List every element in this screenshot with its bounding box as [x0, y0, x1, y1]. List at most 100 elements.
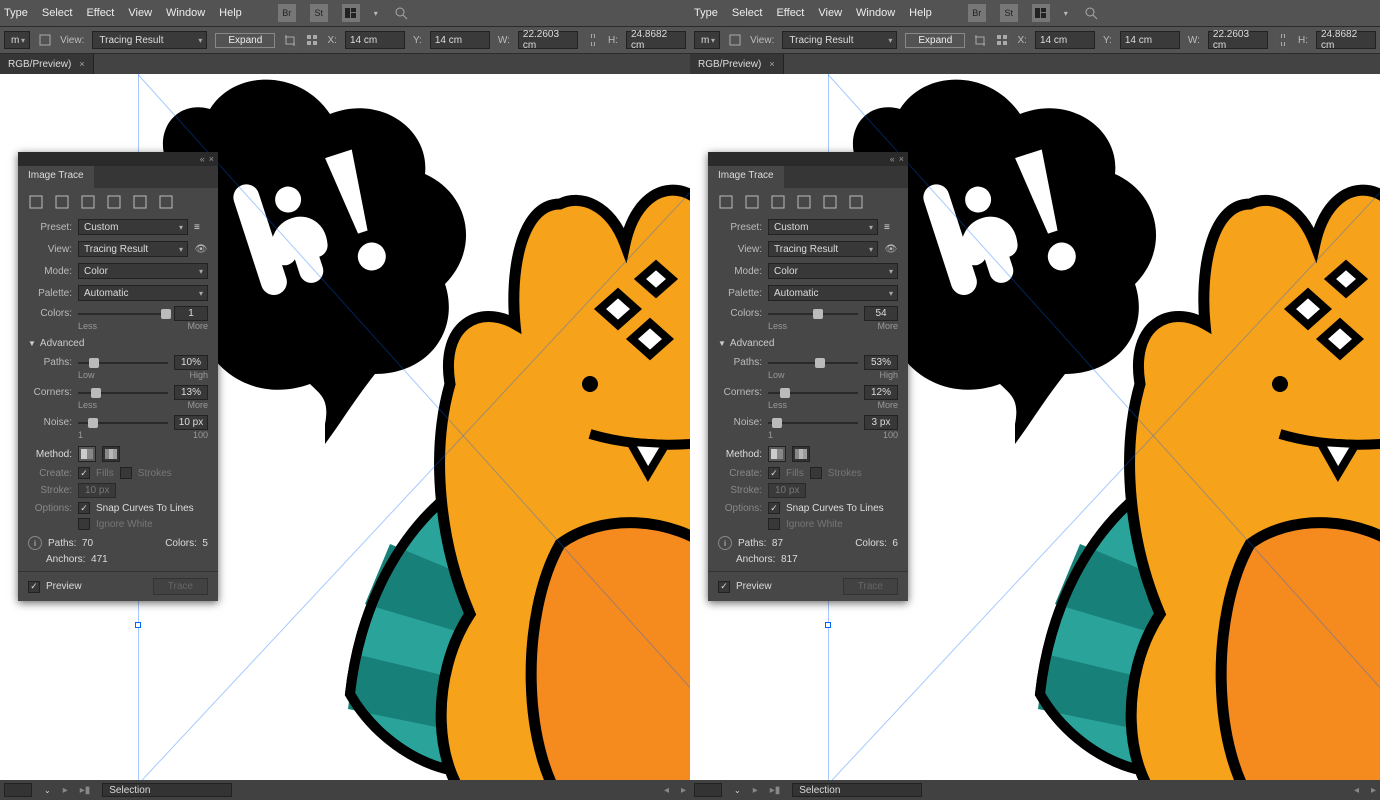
app-badge[interactable]: St	[1000, 4, 1018, 22]
colors-slider[interactable]	[78, 308, 168, 320]
w-field[interactable]: 22.2603 cm	[1208, 31, 1268, 49]
preset-gray-icon[interactable]	[106, 194, 122, 210]
view-dropdown[interactable]: Tracing Result	[92, 31, 207, 49]
scroll-right-icon[interactable]: ▸	[1371, 785, 1376, 796]
search-icon[interactable]	[1082, 4, 1100, 22]
preset-photo-icon[interactable]	[744, 194, 760, 210]
search-icon[interactable]	[392, 4, 410, 22]
view-dropdown-panel[interactable]: Tracing Result	[78, 241, 188, 257]
prev-artboard-icon[interactable]: ▸	[753, 785, 758, 796]
menu-type[interactable]: Type	[4, 7, 28, 19]
mask-icon[interactable]	[728, 31, 742, 49]
menu-window[interactable]: Window	[856, 7, 895, 19]
x-field[interactable]: 14 cm	[345, 31, 405, 49]
eye-icon[interactable]: 👁	[194, 244, 208, 255]
workspace-icon[interactable]	[342, 4, 360, 22]
mode-dropdown[interactable]: Color	[768, 263, 898, 279]
preset-bw-icon[interactable]	[132, 194, 148, 210]
advanced-toggle[interactable]: ▼ Advanced	[18, 334, 218, 353]
colors-value[interactable]: 54	[864, 306, 898, 321]
trace-preset-mini[interactable]: m	[4, 31, 30, 49]
expand-button[interactable]: Expand	[905, 33, 965, 48]
h-field[interactable]: 24.8682 cm	[626, 31, 686, 49]
method-overlap-icon[interactable]	[792, 446, 810, 462]
fills-checkbox[interactable]	[78, 467, 90, 479]
preset-outline-icon[interactable]	[848, 194, 864, 210]
app-badge[interactable]: Br	[278, 4, 296, 22]
selection-handle[interactable]	[135, 622, 141, 628]
last-artboard-icon[interactable]: ▸▮	[770, 785, 781, 796]
paths-slider[interactable]	[768, 357, 858, 369]
method-abutting-icon[interactable]	[78, 446, 96, 462]
preset-lowcolor-icon[interactable]	[80, 194, 96, 210]
app-badge[interactable]: Br	[968, 4, 986, 22]
menu-view[interactable]: View	[128, 7, 152, 19]
preset-dropdown[interactable]: Custom	[78, 219, 188, 235]
method-abutting-icon[interactable]	[768, 446, 786, 462]
crop-icon[interactable]	[973, 31, 987, 49]
h-field[interactable]: 24.8682 cm	[1316, 31, 1376, 49]
w-field[interactable]: 22.2603 cm	[518, 31, 578, 49]
last-artboard-icon[interactable]: ▸▮	[80, 785, 91, 796]
noise-slider[interactable]	[78, 417, 168, 429]
ignore-white-checkbox[interactable]	[768, 518, 780, 530]
snap-checkbox[interactable]	[78, 502, 90, 514]
paths-slider[interactable]	[78, 357, 168, 369]
chevron-down-icon[interactable]: ▾	[1064, 9, 1068, 18]
y-field[interactable]: 14 cm	[430, 31, 490, 49]
menu-select[interactable]: Select	[732, 7, 763, 19]
method-overlap-icon[interactable]	[102, 446, 120, 462]
x-field[interactable]: 14 cm	[1035, 31, 1095, 49]
menu-help[interactable]: Help	[219, 7, 242, 19]
close-icon[interactable]: ×	[79, 59, 84, 69]
palette-dropdown[interactable]: Automatic	[78, 285, 208, 301]
zoom-field[interactable]	[4, 783, 32, 797]
preset-auto-icon[interactable]	[28, 194, 44, 210]
view-dropdown-panel[interactable]: Tracing Result	[768, 241, 878, 257]
mask-icon[interactable]	[38, 31, 52, 49]
preset-gray-icon[interactable]	[796, 194, 812, 210]
colors-slider[interactable]	[768, 308, 858, 320]
preset-menu-icon[interactable]: ≡	[194, 222, 208, 233]
corners-slider[interactable]	[78, 387, 168, 399]
link-icon[interactable]	[586, 31, 600, 49]
preview-checkbox[interactable]	[718, 581, 730, 593]
preset-bw-icon[interactable]	[822, 194, 838, 210]
preset-dropdown[interactable]: Custom	[768, 219, 878, 235]
crop-icon[interactable]	[283, 31, 297, 49]
panel-tab[interactable]: Image Trace	[18, 166, 94, 188]
transform-icon[interactable]	[995, 31, 1009, 49]
panel-titlebar[interactable]: « ×	[708, 152, 908, 166]
collapse-icon[interactable]: «	[890, 154, 895, 164]
menu-view[interactable]: View	[818, 7, 842, 19]
view-dropdown[interactable]: Tracing Result	[782, 31, 897, 49]
preset-lowcolor-icon[interactable]	[770, 194, 786, 210]
preview-checkbox[interactable]	[28, 581, 40, 593]
info-icon[interactable]: i	[718, 536, 732, 550]
trace-preset-mini[interactable]: m	[694, 31, 720, 49]
preset-auto-icon[interactable]	[718, 194, 734, 210]
zoom-field[interactable]	[694, 783, 722, 797]
close-icon[interactable]: ×	[209, 154, 214, 164]
snap-checkbox[interactable]	[768, 502, 780, 514]
app-badge[interactable]: St	[310, 4, 328, 22]
ignore-white-checkbox[interactable]	[78, 518, 90, 530]
document-tab[interactable]: RGB/Preview) ×	[0, 54, 94, 74]
colors-value[interactable]: 1	[174, 306, 208, 321]
info-icon[interactable]: i	[28, 536, 42, 550]
paths-value[interactable]: 10%	[174, 355, 208, 370]
preset-outline-icon[interactable]	[158, 194, 174, 210]
corners-value[interactable]: 13%	[174, 385, 208, 400]
selection-handle[interactable]	[825, 622, 831, 628]
noise-slider[interactable]	[768, 417, 858, 429]
menu-help[interactable]: Help	[909, 7, 932, 19]
advanced-toggle[interactable]: ▼ Advanced	[708, 334, 908, 353]
palette-dropdown[interactable]: Automatic	[768, 285, 898, 301]
corners-value[interactable]: 12%	[864, 385, 898, 400]
y-field[interactable]: 14 cm	[1120, 31, 1180, 49]
workspace-icon[interactable]	[1032, 4, 1050, 22]
noise-value[interactable]: 3 px	[864, 415, 898, 430]
scroll-right-icon[interactable]: ▸	[681, 785, 686, 796]
eye-icon[interactable]: 👁	[884, 244, 898, 255]
corners-slider[interactable]	[768, 387, 858, 399]
